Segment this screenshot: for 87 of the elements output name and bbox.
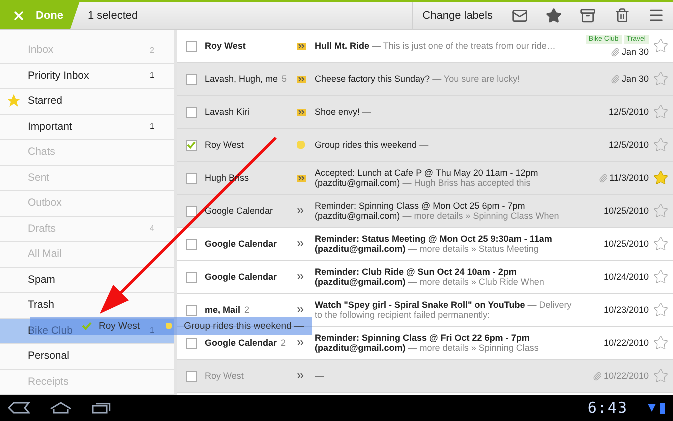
home-icon[interactable] xyxy=(50,402,72,414)
sender-name: Roy West xyxy=(99,320,140,332)
checkbox[interactable] xyxy=(186,304,196,316)
date-text: 12/5/2010 xyxy=(608,107,649,117)
sender-name: Google Calendar xyxy=(205,272,278,282)
subject-line: Group rides this weekend — xyxy=(315,140,430,150)
importance-marker-icon[interactable] xyxy=(297,141,305,149)
subject-line: Reminder: Spinning Class @ Mon Oct 25 6pm - 7pm (pazditu@gmail.com) — more details » Spinning Class When xyxy=(315,200,560,222)
checkbox[interactable] xyxy=(186,40,196,52)
battery-icon xyxy=(660,402,665,414)
subject-line: Reminder: Spinning Class @ Fri Oct 22 6pm - 7pm (pazditu@gmail.com) — more details » Spinning Class xyxy=(315,332,540,354)
date-text: 11/3/2010 xyxy=(610,173,649,183)
subject-line: Shoe envy! — xyxy=(315,106,373,118)
close-icon xyxy=(12,8,26,22)
message-row[interactable]: Google Calendar Reminder: Spinning Class @ Mon Oct 25 6pm - 7pm (pazditu@gmail.com) — more details » Spinning Class When 10/25/2010 xyxy=(177,195,673,228)
star-icon[interactable] xyxy=(653,137,669,153)
subject-line: Hull Mt. Ride — This is just one of the treats from our ride… xyxy=(315,40,557,52)
sender-name: Google Calendar xyxy=(205,206,274,216)
checkbox[interactable] xyxy=(186,238,196,250)
date-text: 10/25/2010 xyxy=(604,206,649,216)
chevron-icon[interactable] xyxy=(297,373,304,379)
star-icon[interactable] xyxy=(653,302,669,318)
star-icon[interactable] xyxy=(653,335,669,351)
checkbox[interactable] xyxy=(186,106,196,118)
star-icon[interactable] xyxy=(653,170,669,186)
subject-line: Cheese factory this Sunday? — You sure are lucky! xyxy=(315,74,522,84)
subject-line: Reminder: Club Ride @ Sun Oct 24 10am - 2pm (pazditu@gmail.com) — more details » Club Ride When xyxy=(315,266,546,288)
date-text: Jan 30 xyxy=(622,74,649,84)
sidebar-item[interactable]: Personal xyxy=(0,344,174,370)
star-icon[interactable] xyxy=(653,203,669,219)
sender-name: Roy West xyxy=(205,41,247,51)
recent-apps-icon[interactable] xyxy=(92,402,112,414)
chevron-icon[interactable] xyxy=(297,340,304,346)
message-row[interactable]: Roy West — 10/22/2010 xyxy=(177,360,673,393)
selection-count: 1 selected xyxy=(88,10,140,22)
checkbox[interactable] xyxy=(186,74,196,84)
subject-line: Watch "Spey girl - Spiral Snake Roll" on YouTube — Delivery to the following recipient failed permanently: xyxy=(315,300,573,320)
date-text: 10/25/2010 xyxy=(604,239,649,249)
clock-time: 6:43 xyxy=(588,399,628,417)
subject-line: Reminder: Status Meeting @ Mon Oct 25 9:30am - 11am (pazditu@gmail.com) — more details » Status Meeting xyxy=(315,234,554,254)
checkbox[interactable] xyxy=(186,338,196,348)
star-icon[interactable] xyxy=(653,236,669,252)
sender-name: Lavash Kiri xyxy=(205,107,251,117)
chevron-icon[interactable] xyxy=(297,307,304,313)
importance-marker-icon[interactable] xyxy=(297,174,306,182)
subject-line: Accepted: Lunch at Cafe P @ Thu May 20 11am - 12pm (pazditu@gmail.com) — Hugh Briss has accepted this xyxy=(315,168,540,188)
date-text: 10/23/2010 xyxy=(604,305,649,315)
star-icon[interactable] xyxy=(653,368,669,384)
star-icon[interactable] xyxy=(653,269,669,285)
wifi-icon xyxy=(648,403,656,413)
star-icon xyxy=(6,93,22,110)
chevron-icon[interactable] xyxy=(297,274,304,280)
importance-marker-icon[interactable] xyxy=(297,76,306,82)
date-text: 10/22/2010 xyxy=(604,338,649,348)
sidebar-item[interactable]: Important 1 xyxy=(0,114,174,140)
checkbox[interactable] xyxy=(186,140,196,150)
check-icon xyxy=(186,141,196,149)
star-icon[interactable] xyxy=(653,71,669,87)
chevron-icon[interactable] xyxy=(297,208,304,214)
importance-marker-icon xyxy=(166,323,172,329)
message-row[interactable]: Lavash Kiri Shoe envy! — 12/5/2010 xyxy=(177,96,673,129)
checkbox[interactable] xyxy=(186,172,196,184)
checkbox[interactable] xyxy=(186,272,196,282)
date-text: 12/5/2010 xyxy=(608,140,649,150)
sidebar-item[interactable]: Starred xyxy=(0,89,174,114)
check-icon xyxy=(82,322,92,330)
checkbox[interactable] xyxy=(186,206,196,216)
back-icon[interactable] xyxy=(8,402,30,414)
sender-name: Roy West xyxy=(205,140,245,150)
subject-line: — xyxy=(315,370,325,382)
sender-name: Google Calendar xyxy=(205,239,278,249)
sender-name: Google Calendar 2 xyxy=(205,338,288,348)
sidebar-item[interactable]: Priority Inbox 1 xyxy=(0,64,174,89)
star-icon[interactable] xyxy=(653,104,669,120)
message-row[interactable]: Lavash, Hugh, me 5 Cheese factory this Sunday? — You sure are lucky! Jan 30 xyxy=(177,63,673,96)
date-text: 10/24/2010 xyxy=(604,272,649,282)
checkbox[interactable] xyxy=(186,370,196,382)
message-row[interactable]: Roy West Group rides this weekend — 12/5/2010 xyxy=(177,129,673,162)
sender-name: me, Mail 2 xyxy=(205,305,251,315)
sender-name: Roy West xyxy=(205,371,245,381)
importance-marker-icon[interactable] xyxy=(297,108,306,116)
sender-name: Lavash, Hugh, me 5 xyxy=(205,74,288,84)
date-text: Jan 30 xyxy=(622,47,649,57)
chevron-icon[interactable] xyxy=(297,241,304,247)
date-text: 10/22/2010 xyxy=(604,371,649,381)
importance-marker-icon[interactable] xyxy=(297,42,306,50)
star-icon[interactable] xyxy=(653,38,669,54)
